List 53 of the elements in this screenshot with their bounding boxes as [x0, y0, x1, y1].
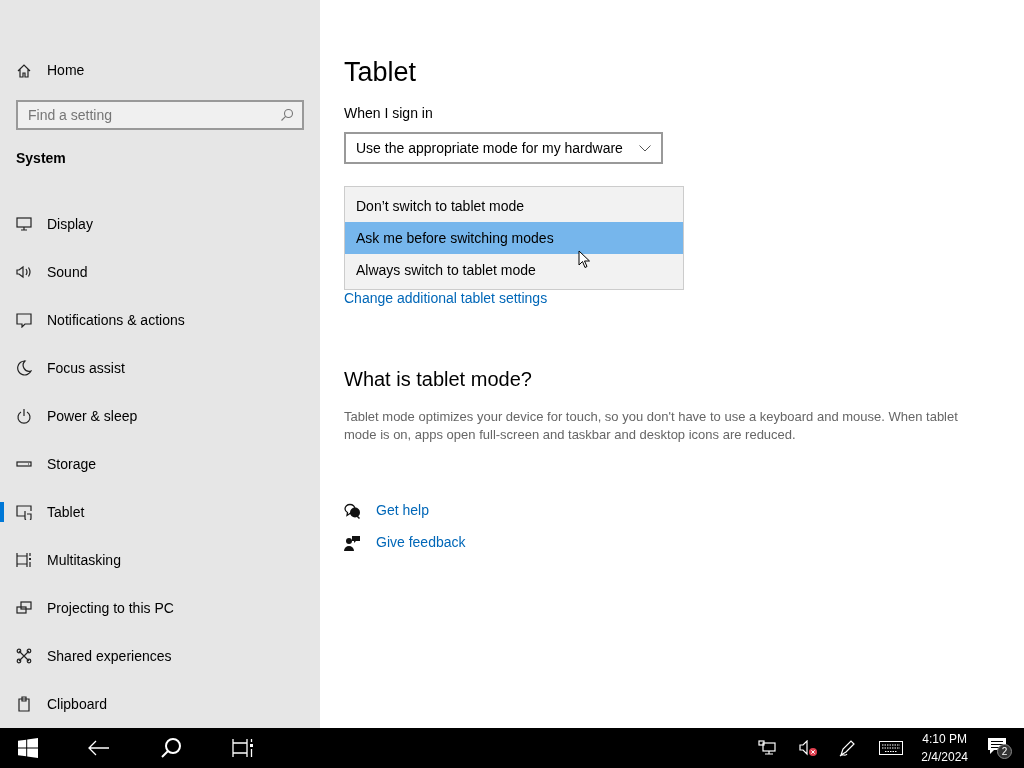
windows-logo-icon[interactable]: [18, 738, 38, 758]
sidebar-item[interactable]: Power & sleep: [0, 392, 320, 440]
get-help-link[interactable]: Get help: [376, 500, 429, 521]
sidebar-item[interactable]: Tablet: [0, 488, 320, 536]
search-field[interactable]: Find a setting: [16, 99, 304, 130]
home-icon: [16, 62, 32, 79]
page-title: Tablet: [344, 56, 418, 89]
moon-icon: [16, 360, 32, 376]
section-heading: System: [16, 148, 67, 168]
back-icon[interactable]: [88, 740, 110, 756]
keyboard-icon[interactable]: [879, 741, 904, 755]
multitasking-icon: [16, 552, 32, 568]
clipboard-icon: [16, 696, 32, 712]
sidebar-item[interactable]: Display: [0, 200, 320, 248]
search-icon[interactable]: [160, 737, 182, 759]
sidebar-item[interactable]: Multitasking: [0, 536, 320, 584]
network-icon[interactable]: [758, 740, 777, 756]
speech-bubble-icon: [16, 312, 32, 328]
tablet-touch-icon: [16, 504, 32, 520]
sidebar-item[interactable]: Sound: [0, 248, 320, 296]
notification-center-button[interactable]: 2: [988, 737, 1012, 759]
home-item[interactable]: Home: [0, 58, 320, 84]
person-feedback-icon: [344, 534, 361, 551]
field-label: When I sign in: [344, 104, 434, 123]
sidebar-item[interactable]: Focus assist: [0, 344, 320, 392]
projector-screens-icon: [16, 600, 32, 616]
power-icon: [16, 408, 32, 424]
sidebar-item[interactable]: Shared experiences: [0, 632, 320, 680]
notification-count-badge: 2: [997, 744, 1012, 759]
description-text: Tablet mode optimizes your device for touch, so you don't have to use a keyboard and mouse. When tablet mode is on, apps open full-screen and taskbar and desktop icons are reduced.: [344, 408, 959, 444]
sidebar-item[interactable]: Storage: [0, 440, 320, 488]
speaker-icon: [16, 264, 32, 280]
pen-icon[interactable]: [839, 739, 857, 757]
clock-date[interactable]: 2/4/2024: [921, 748, 968, 766]
give-feedback-link[interactable]: Give feedback: [376, 532, 466, 553]
cursor-icon: [578, 250, 591, 269]
search-icon: [280, 107, 294, 122]
monitor-icon: [16, 216, 32, 232]
clock-time[interactable]: 4:10 PM: [922, 730, 967, 748]
chat-help-icon: [344, 502, 361, 519]
mode-dropdown[interactable]: Use the appropriate mode for my hardware: [344, 132, 663, 164]
muted-speaker-icon[interactable]: [799, 740, 819, 756]
sidebar-item[interactable]: Projecting to this PC: [0, 584, 320, 632]
sidebar-item[interactable]: Clipboard: [0, 680, 320, 728]
dropdown-option[interactable]: Always switch to tablet mode: [345, 254, 683, 286]
settings-link[interactable]: Change additional tablet settings: [344, 288, 548, 309]
dropdown-option[interactable]: Ask me before switching modes: [345, 222, 683, 254]
chevron-down-icon: [638, 144, 651, 152]
sidebar-item[interactable]: Notifications & actions: [0, 296, 320, 344]
section-title: What is tablet mode?: [344, 367, 533, 392]
task-view-icon[interactable]: [232, 738, 254, 758]
dropdown-option[interactable]: Don’t switch to tablet mode: [345, 190, 683, 222]
network-nodes-icon: [16, 648, 32, 664]
